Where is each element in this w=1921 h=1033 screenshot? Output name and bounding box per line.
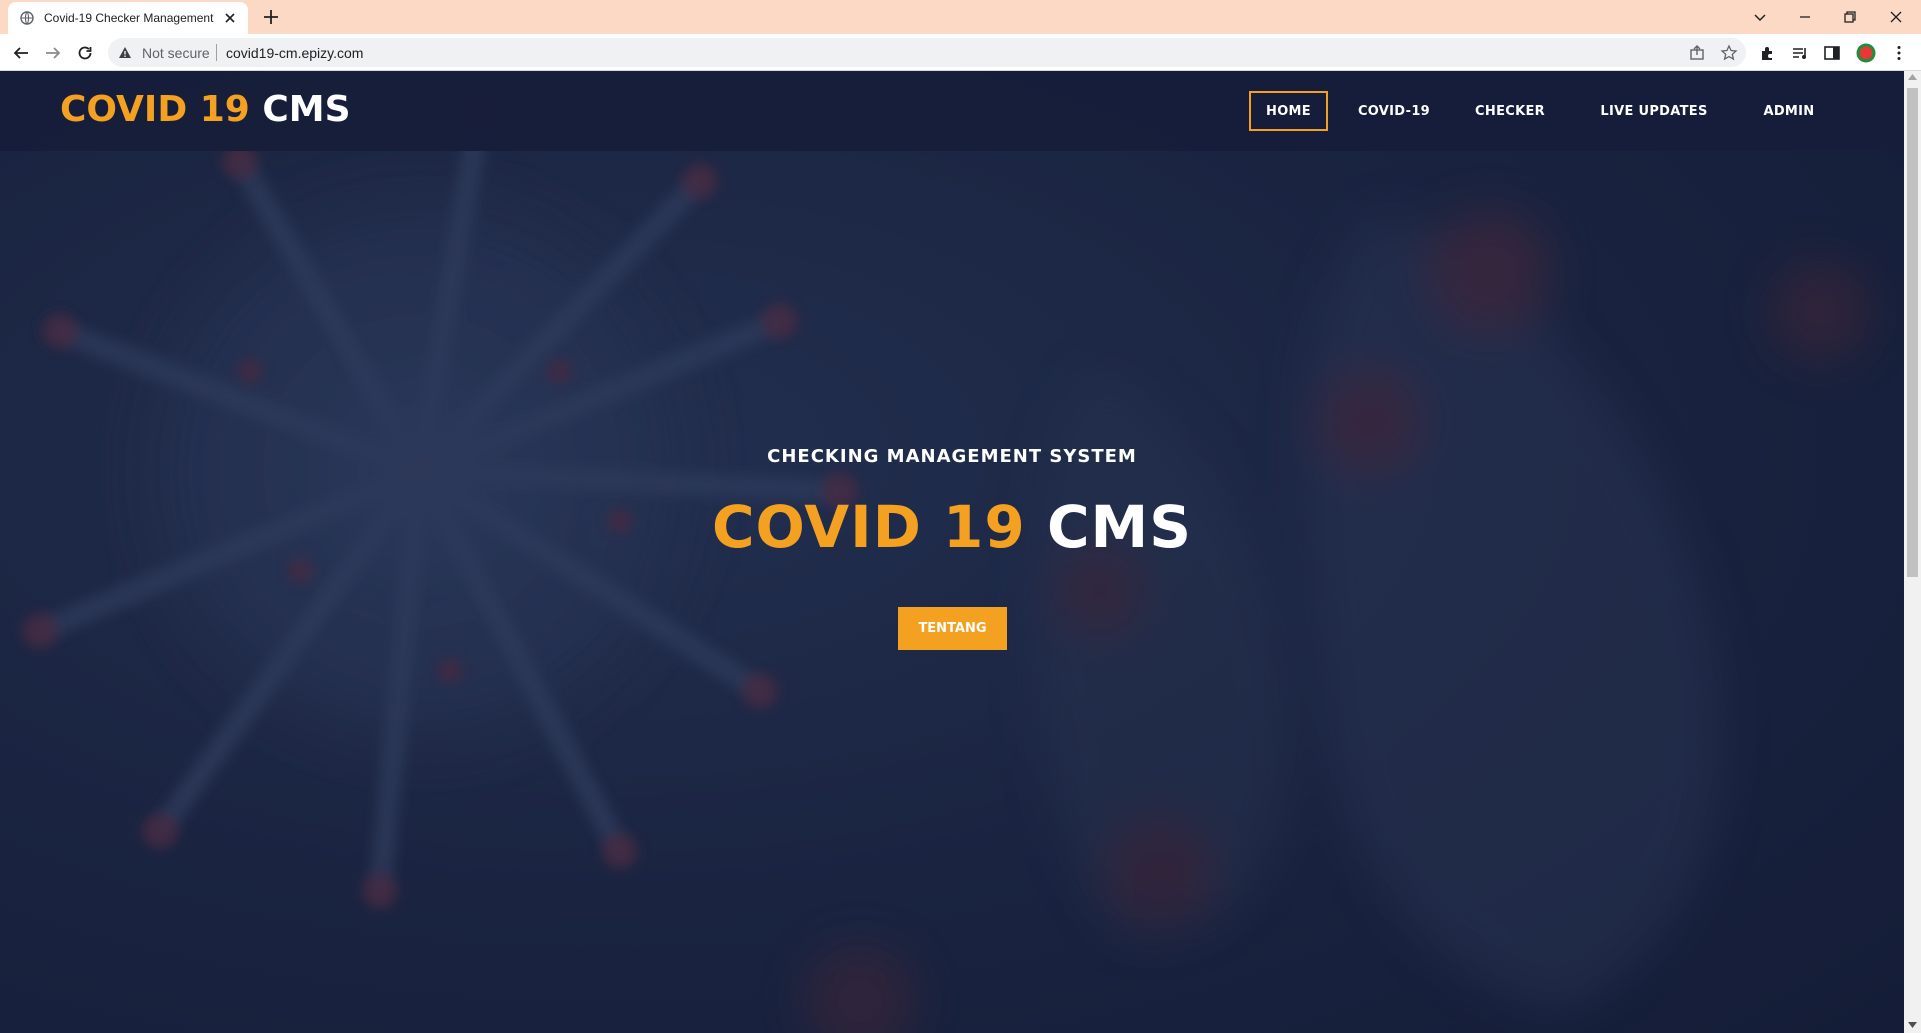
page-scrollbar[interactable] xyxy=(1904,71,1921,1033)
back-arrow-icon[interactable] xyxy=(12,44,30,62)
new-tab-icon[interactable] xyxy=(262,8,280,26)
logo-accent: COVID 19 xyxy=(60,89,250,130)
warning-icon[interactable] xyxy=(118,46,132,59)
site-header: COVID 19 CMS HOME COVID-19 CHECKER LIVE … xyxy=(0,71,1904,151)
reload-icon[interactable] xyxy=(76,44,94,62)
media-queue-icon[interactable] xyxy=(1791,44,1809,62)
browser-tab[interactable]: Covid-19 Checker Management System xyxy=(8,2,248,34)
nav-covid-19[interactable]: COVID-19 xyxy=(1350,91,1438,131)
browser-tab-bar: Covid-19 Checker Management System xyxy=(0,0,1921,34)
hero-title-rest: CMS xyxy=(1046,493,1193,561)
share-icon[interactable] xyxy=(1688,44,1706,62)
scroll-up-arrow-icon[interactable] xyxy=(1908,74,1917,80)
security-label[interactable]: Not secure xyxy=(142,45,210,61)
star-icon[interactable] xyxy=(1720,44,1738,62)
scroll-thumb[interactable] xyxy=(1907,88,1918,577)
close-window-icon[interactable] xyxy=(1886,7,1906,27)
nav-checker[interactable]: CHECKER xyxy=(1465,91,1555,131)
hero-subtitle: CHECKING MANAGEMENT SYSTEM xyxy=(767,446,1137,467)
browser-toolbar: Not secure covid19-cm.epizy.com xyxy=(0,34,1921,71)
restore-icon[interactable] xyxy=(1840,7,1860,27)
nav-home[interactable]: HOME xyxy=(1249,91,1328,131)
profile-avatar[interactable] xyxy=(1856,43,1876,63)
tab-search-icon[interactable] xyxy=(1750,7,1770,27)
scroll-down-arrow-icon[interactable] xyxy=(1908,1022,1917,1028)
extensions-icon[interactable] xyxy=(1759,44,1777,62)
side-panel-icon[interactable] xyxy=(1823,44,1841,62)
globe-icon xyxy=(20,11,34,25)
more-menu-icon[interactable] xyxy=(1890,44,1908,62)
address-divider xyxy=(216,44,217,61)
address-bar[interactable]: Not secure covid19-cm.epizy.com xyxy=(108,38,1746,67)
tab-title: Covid-19 Checker Management System xyxy=(44,11,216,25)
forward-arrow-icon[interactable] xyxy=(44,44,62,62)
hero-title-accent: COVID 19 xyxy=(711,493,1026,561)
nav-admin[interactable]: ADMIN xyxy=(1751,91,1827,131)
minimize-icon[interactable] xyxy=(1795,7,1815,27)
tentang-button[interactable]: TENTANG xyxy=(898,607,1007,650)
close-icon[interactable] xyxy=(222,10,238,26)
site-logo[interactable]: COVID 19 CMS xyxy=(60,89,351,130)
page-viewport: COVID 19 CMS HOME COVID-19 CHECKER LIVE … xyxy=(0,71,1904,1033)
url-text[interactable]: covid19-cm.epizy.com xyxy=(226,45,363,61)
logo-rest: CMS xyxy=(262,89,351,130)
nav-live-updates[interactable]: LIVE UPDATES xyxy=(1592,91,1716,131)
hero-title: COVID 19 CMS xyxy=(0,493,1904,561)
